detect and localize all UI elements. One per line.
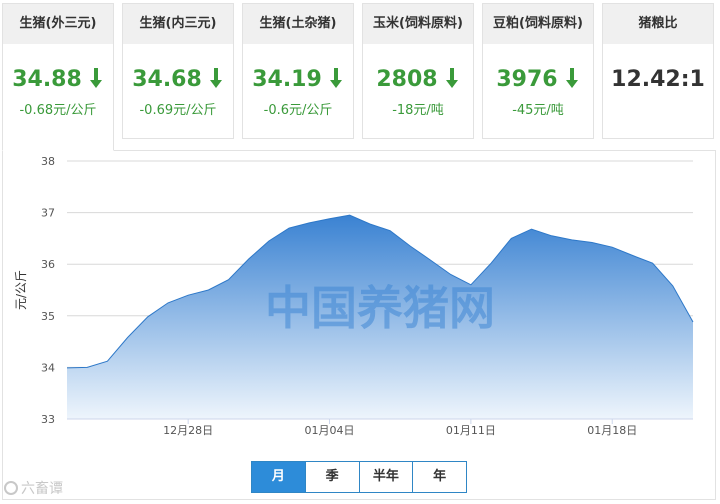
x-tick-label: 01月11日 xyxy=(446,424,496,437)
price-card-title: 生猪(外三元) xyxy=(3,4,113,44)
price-change: -0.68元/公斤 xyxy=(19,103,97,118)
price-card-title: 生猪(土杂猪) xyxy=(243,4,353,44)
price-cards: 生猪(外三元) 34.88 -0.68元/公斤 生猪(内三元) 34.68 -0… xyxy=(0,0,720,151)
price-change: -0.69元/公斤 xyxy=(139,103,217,118)
ratio-card-title: 猪粮比 xyxy=(603,4,713,44)
y-axis-label: 元/公斤 xyxy=(14,270,28,310)
price-value: 34.19 xyxy=(243,67,353,93)
price-card-title: 生猪(内三元) xyxy=(123,4,233,44)
tab-month[interactable]: 月 xyxy=(252,462,305,492)
period-tabs: 月 季 半年 年 xyxy=(251,461,467,493)
x-tick-label: 01月04日 xyxy=(305,424,355,437)
price-value: 34.88 xyxy=(3,67,113,93)
price-chart-svg: 33 34 35 36 37 38 元/公斤 中国养猪网 12月28日 01月04日 01月1… xyxy=(14,155,694,437)
arrow-down-icon xyxy=(329,68,342,88)
x-axis-ticks: 12月28日 01月04日 01月11日 01月18日 xyxy=(163,419,637,437)
price-card-corn[interactable]: 玉米(饲料原料) 2808 -18元/吨 xyxy=(362,3,474,139)
price-card-inner-three[interactable]: 生猪(内三元) 34.68 -0.69元/公斤 xyxy=(122,3,234,139)
arrow-down-icon xyxy=(209,68,222,88)
x-tick-label: 12月28日 xyxy=(163,424,213,437)
y-tick-label: 34 xyxy=(41,361,55,374)
price-card-title: 豆粕(饲料原料) xyxy=(483,4,593,44)
price-change: -0.6元/公斤 xyxy=(263,103,333,118)
y-tick-label: 37 xyxy=(41,207,55,220)
source-watermark: 六畜谭 xyxy=(4,478,63,498)
price-card-outer-three[interactable]: 生猪(外三元) 34.88 -0.68元/公斤 xyxy=(2,3,114,151)
price-chart: 33 34 35 36 37 38 元/公斤 中国养猪网 12月28日 01月04日 01月1… xyxy=(2,150,716,500)
price-card-soybean-meal[interactable]: 豆粕(饲料原料) 3976 -45元/吨 xyxy=(482,3,594,139)
price-card-title: 玉米(饲料原料) xyxy=(363,4,473,44)
ratio-value: 12.42:1 xyxy=(611,67,705,92)
price-change: -45元/吨 xyxy=(512,103,564,118)
arrow-down-icon xyxy=(89,68,102,88)
price-value: 3976 xyxy=(483,67,593,93)
price-change: -18元/吨 xyxy=(392,103,444,118)
chart-watermark: 中国养猪网 xyxy=(265,281,495,335)
x-tick-label: 01月18日 xyxy=(587,424,637,437)
y-tick-label: 36 xyxy=(41,258,55,271)
price-value: 2808 xyxy=(363,67,473,93)
price-card-local-mixed[interactable]: 生猪(土杂猪) 34.19 -0.6元/公斤 xyxy=(242,3,354,139)
y-tick-label: 35 xyxy=(41,310,55,323)
y-tick-label: 33 xyxy=(41,413,55,426)
price-value: 34.68 xyxy=(123,67,233,93)
y-tick-label: 38 xyxy=(41,155,55,168)
hog-grain-ratio-card[interactable]: 猪粮比 12.42:1 xyxy=(602,3,714,139)
source-logo-icon xyxy=(4,481,18,495)
arrow-down-icon xyxy=(445,68,458,88)
y-axis-ticks: 33 34 35 36 37 38 xyxy=(41,155,55,426)
tab-year[interactable]: 年 xyxy=(412,462,466,492)
tab-quarter[interactable]: 季 xyxy=(304,462,359,492)
arrow-down-icon xyxy=(565,68,578,88)
tab-half-year[interactable]: 半年 xyxy=(358,462,413,492)
